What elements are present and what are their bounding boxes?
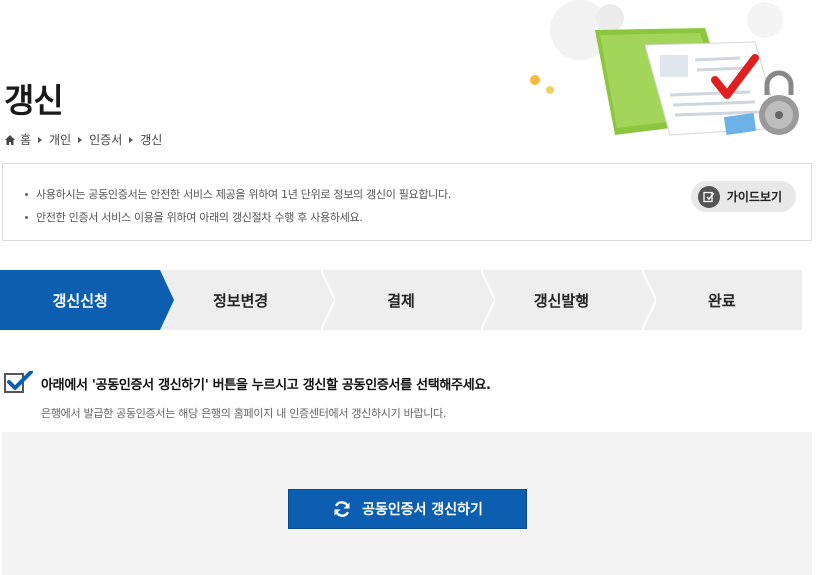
guide-icon: [697, 185, 720, 208]
notice-list: 사용하시는 공동인증서는 안전한 서비스 제공을 위하여 1년 단위로 정보의 …: [25, 183, 451, 229]
step-progress: 갱신신청 정보변경 결제 갱신발행 완료: [0, 270, 802, 330]
step-label: 정보변경: [213, 291, 269, 310]
instruction-subtitle: 은행에서 발급한 공동인증서는 해당 은행의 홈페이지 내 인증센터에서 갱신하…: [41, 407, 447, 420]
refresh-icon: [334, 501, 350, 517]
step-payment: 결제: [321, 270, 496, 330]
step-arrow-icon: [320, 270, 335, 330]
renew-button-label: 공동인증서 갱신하기: [362, 502, 483, 518]
breadcrumb: 홈 개인 인증서 갱신: [4, 131, 162, 148]
certificate-illustration: [530, 0, 799, 136]
checkbox-check-icon: [4, 371, 33, 393]
guide-button[interactable]: 가이드보기: [690, 181, 796, 212]
home-icon[interactable]: [4, 134, 16, 146]
step-arrow-icon: [481, 270, 496, 330]
step-complete: 완료: [642, 270, 802, 330]
step-arrow-icon: [160, 270, 175, 330]
step-arrow-icon: [641, 270, 656, 330]
step-label: 완료: [708, 291, 736, 310]
guide-button-label: 가이드보기: [726, 190, 782, 204]
breadcrumb-separator-icon: [129, 136, 134, 143]
notice-item: 사용하시는 공동인증서는 안전한 서비스 제공을 위하여 1년 단위로 정보의 …: [25, 183, 451, 206]
step-issue: 갱신발행: [481, 270, 656, 330]
action-area: 공동인증서 갱신하기: [2, 432, 812, 575]
hero-illustration: [505, 0, 825, 150]
instruction-title: 아래에서 '공동인증서 갱신하기' 버튼을 누르시고 갱신할 공동인증서를 선택…: [41, 378, 491, 393]
breadcrumb-renewal: 갱신: [140, 133, 163, 147]
step-label: 결제: [387, 291, 415, 310]
page-title: 갱신: [4, 81, 64, 120]
breadcrumb-certificate[interactable]: 인증서: [89, 131, 122, 148]
notice-box: 사용하시는 공동인증서는 안전한 서비스 제공을 위하여 1년 단위로 정보의 …: [2, 163, 812, 241]
breadcrumb-separator-icon: [38, 136, 43, 143]
step-info-change: 정보변경: [160, 270, 335, 330]
renew-certificate-button[interactable]: 공동인증서 갱신하기: [288, 489, 527, 529]
notice-item: 안전한 인증서 서비스 이용을 위하여 아래의 갱신절차 수행 후 사용하세요.: [25, 206, 451, 229]
step-label: 갱신발행: [533, 291, 590, 310]
breadcrumb-home[interactable]: 홈: [20, 131, 31, 148]
step-request: 갱신신청: [0, 270, 175, 330]
breadcrumb-separator-icon: [78, 136, 83, 143]
breadcrumb-personal[interactable]: 개인: [49, 131, 71, 148]
step-label: 갱신신청: [52, 291, 108, 310]
